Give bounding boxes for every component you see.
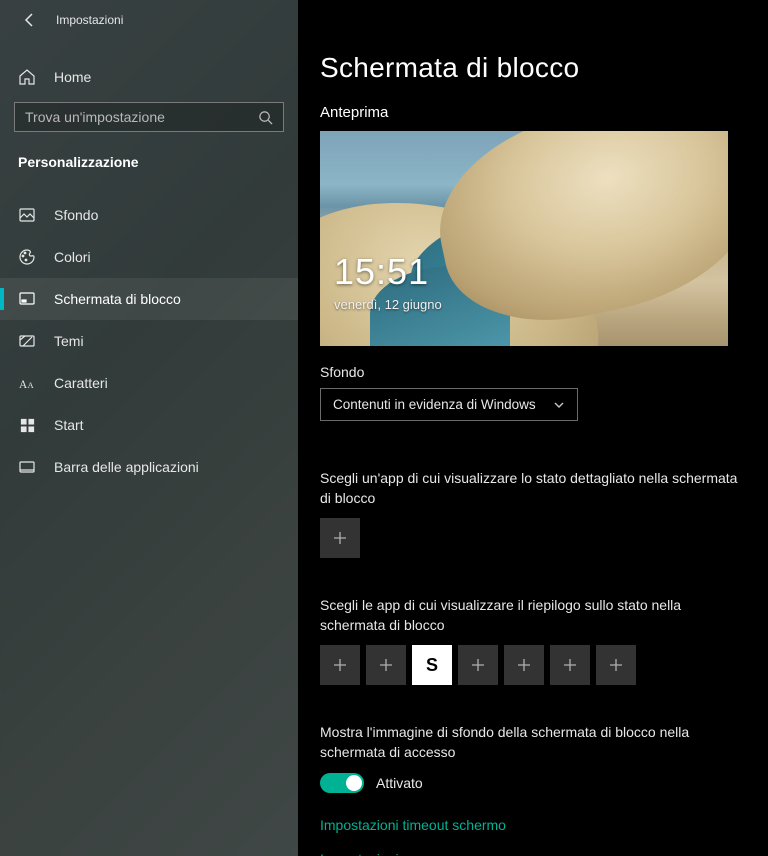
quick-app-skype[interactable]: S [412,645,452,685]
quick-apps-desc: Scegli le app di cui visualizzare il rie… [320,596,740,635]
add-quick-app-button[interactable] [458,645,498,685]
add-quick-app-button[interactable] [320,645,360,685]
sidebar-item-label: Caratteri [54,375,108,391]
search-input[interactable] [25,109,258,125]
dropdown-value: Contenuti in evidenza di Windows [333,397,536,412]
nav-home-label: Home [54,69,91,85]
sidebar-item-taskbar[interactable]: Barra delle applicazioni [0,446,298,488]
image-icon [18,206,36,224]
sidebar-item-lockscreen[interactable]: Schermata di blocco [0,278,298,320]
signin-bg-toggle[interactable] [320,773,364,793]
sidebar-item-label: Schermata di blocco [54,291,181,307]
window-title: Impostazioni [56,13,123,27]
add-detailed-app-button[interactable] [320,518,360,558]
add-quick-app-button[interactable] [366,645,406,685]
preview-label: Anteprima [320,104,744,121]
preview-time: 15:51 [334,251,429,293]
lockscreen-icon [18,290,36,308]
signin-bg-desc: Mostra l'immagine di sfondo della scherm… [320,723,740,762]
sidebar-item-label: Start [54,417,84,433]
sidebar-item-label: Sfondo [54,207,98,223]
back-icon[interactable] [22,12,38,28]
nav-home[interactable]: Home [0,56,298,98]
page-title: Schermata di blocco [320,52,744,84]
background-label: Sfondo [320,364,744,380]
sidebar-item-background[interactable]: Sfondo [0,194,298,236]
sidebar-item-colors[interactable]: Colori [0,236,298,278]
skype-icon: S [426,655,438,676]
category-label: Personalizzazione [0,140,298,176]
detailed-app-desc: Scegli un'app di cui visualizzare lo sta… [320,469,740,508]
add-quick-app-button[interactable] [504,645,544,685]
link-timeout-settings[interactable]: Impostazioni timeout schermo [320,817,744,833]
chevron-down-icon [553,399,565,411]
svg-text:A: A [27,380,34,390]
sidebar-item-label: Colori [54,249,91,265]
search-box[interactable] [14,102,284,132]
background-dropdown[interactable]: Contenuti in evidenza di Windows [320,388,578,421]
taskbar-icon [18,458,36,476]
add-quick-app-button[interactable] [550,645,590,685]
start-icon [18,416,36,434]
themes-icon [18,332,36,350]
fonts-icon: A A [18,374,36,392]
search-icon [258,110,273,125]
link-screensaver-settings[interactable]: Impostazioni screen saver [320,851,744,856]
toggle-state-label: Attivato [376,775,423,791]
palette-icon [18,248,36,266]
home-icon [18,68,36,86]
sidebar-item-label: Temi [54,333,84,349]
add-quick-app-button[interactable] [596,645,636,685]
sidebar-item-fonts[interactable]: A A Caratteri [0,362,298,404]
sidebar-item-start[interactable]: Start [0,404,298,446]
sidebar-item-label: Barra delle applicazioni [54,459,199,475]
sidebar-item-themes[interactable]: Temi [0,320,298,362]
preview-date: venerdì, 12 giugno [334,297,442,312]
lockscreen-preview: 15:51 venerdì, 12 giugno [320,131,728,346]
